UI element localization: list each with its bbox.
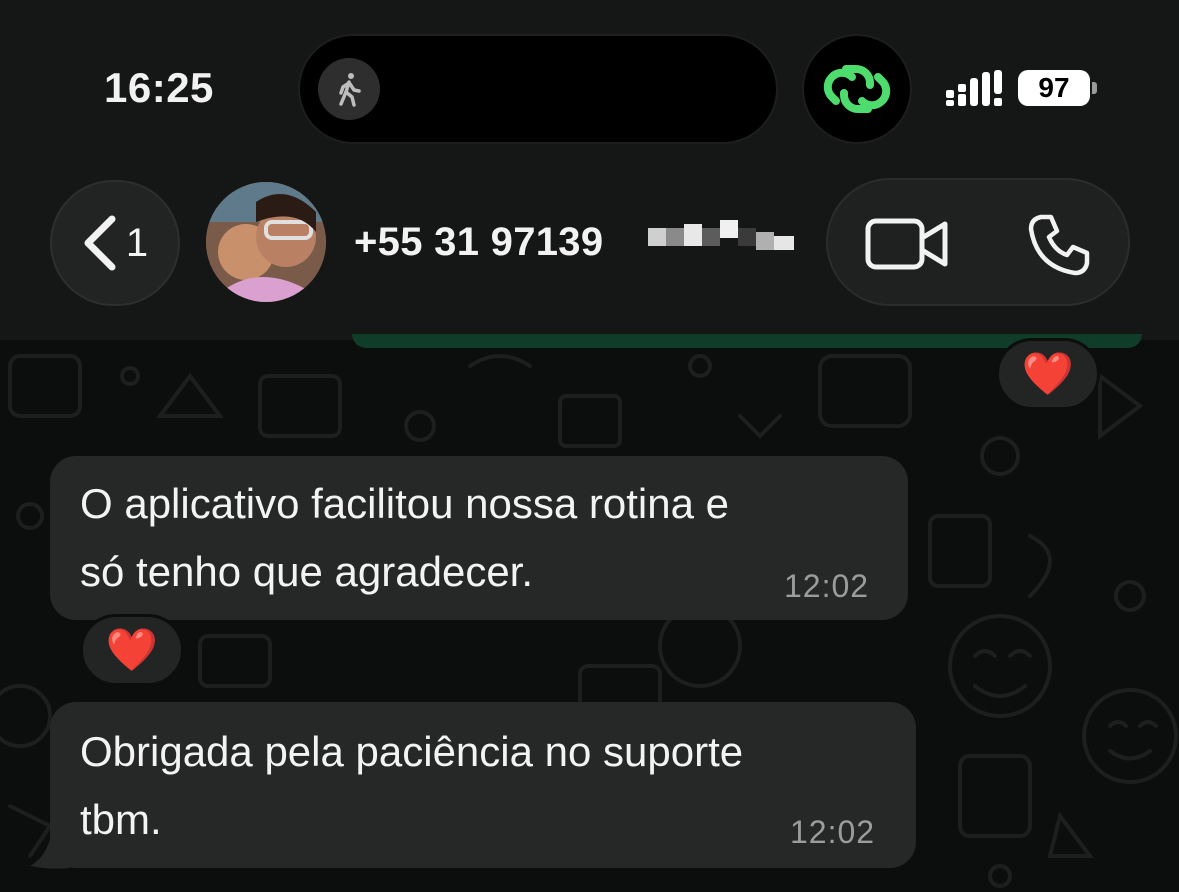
status-time: 16:25 [104,64,214,111]
video-call-button[interactable] [862,212,952,276]
reaction-badge[interactable]: ❤️ [996,338,1100,410]
chat-header: 16:25 97 1 +55 31 97139 [0,0,1179,340]
back-button[interactable]: 1 [50,180,180,306]
message-text-line: só tenho que agradecer. [80,548,534,595]
chevron-left-icon [84,215,116,271]
unread-count: 1 [125,220,149,265]
walking-person-icon [318,58,380,120]
signal-bars-icon [946,70,1002,106]
message-text-line: tbm. [80,796,162,843]
reaction-badge[interactable]: ❤️ [80,614,184,686]
bubble-tail [30,830,70,869]
message-text-line: O aplicativo facilitou nossa rotina e [80,480,730,527]
video-camera-icon [865,218,948,270]
battery-indicator: 97 [1018,70,1090,106]
message-timestamp: 12:02 [784,568,870,604]
phone-icon [1028,214,1090,276]
message-timestamp: 12:02 [790,814,876,850]
pixelated-redaction [648,220,794,250]
avatar[interactable] [206,182,326,302]
link-icon[interactable] [802,34,912,144]
message-text-line: Obrigada pela paciência no suporte [80,728,744,775]
voice-call-button[interactable] [1024,210,1094,280]
battery-tip [1092,82,1097,94]
contact-name[interactable]: +55 31 97139 [354,220,603,265]
